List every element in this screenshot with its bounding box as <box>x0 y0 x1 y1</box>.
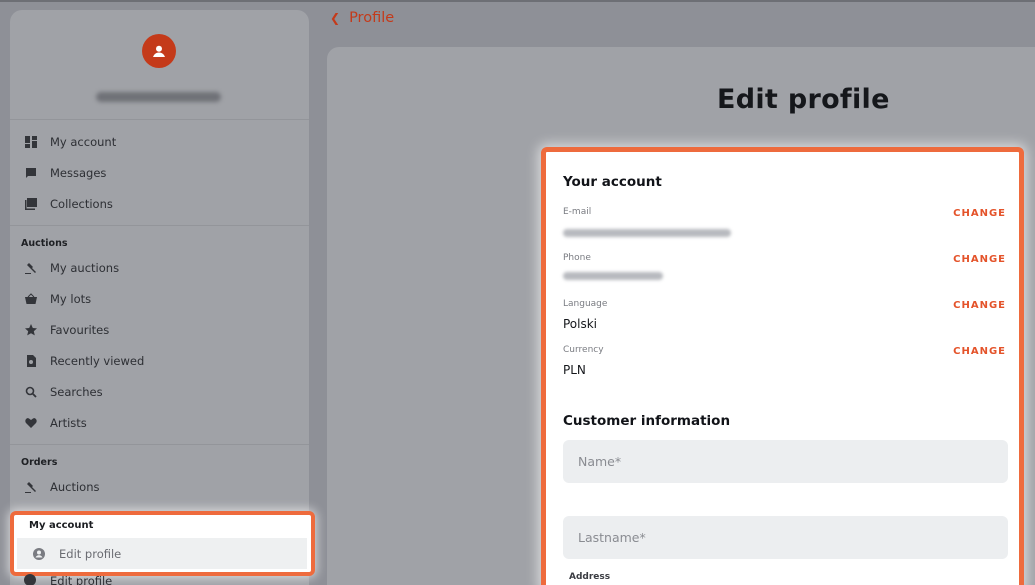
basket-icon <box>24 292 38 306</box>
user-circle-icon <box>33 547 47 560</box>
sidebar-item-label: My auctions <box>50 260 120 275</box>
gavel-icon <box>24 261 38 275</box>
sidebar-item-messages[interactable]: Messages <box>10 157 309 188</box>
chat-icon <box>24 166 38 180</box>
dashboard-icon <box>24 135 38 149</box>
sidebar-item-recently-viewed[interactable]: Recently viewed <box>10 345 309 376</box>
breadcrumb[interactable]: ❮ Profile <box>330 10 394 26</box>
currency-value: PLN <box>563 363 586 377</box>
sidebar-item-favourites[interactable]: Favourites <box>10 314 309 345</box>
address-label: Address <box>569 572 611 582</box>
user-icon <box>153 45 165 57</box>
sidebar-item-label: Favourites <box>50 322 110 337</box>
avatar[interactable] <box>142 34 176 68</box>
sidebar-item-label: Collections <box>50 196 113 211</box>
sidebar-item-my-lots[interactable]: My lots <box>10 283 309 314</box>
sidebar-item-label: Recently viewed <box>50 353 145 368</box>
section-title-your-account: Your account <box>563 174 662 190</box>
nav-group-orders: Orders Auctions <box>10 445 309 508</box>
sidebar-item-edit-profile-underlay[interactable]: Edit profile <box>24 574 112 585</box>
sidebar-item-my-auctions[interactable]: My auctions <box>10 252 309 283</box>
sidebar-item-label: Auctions <box>50 479 100 494</box>
phone-value-blurred <box>563 272 663 280</box>
user-circle-icon <box>24 574 38 585</box>
email-value-blurred <box>563 229 731 237</box>
sidebar-item-label: Edit profile <box>59 546 122 561</box>
history-icon <box>24 354 38 368</box>
sidebar-item-label: Searches <box>50 384 103 399</box>
sidebar-item-order-auctions[interactable]: Auctions <box>10 471 309 502</box>
language-label: Language <box>563 299 608 309</box>
chevron-left-icon: ❮ <box>330 11 341 25</box>
sidebar-item-label: Messages <box>50 165 107 180</box>
phone-label: Phone <box>563 253 591 263</box>
sidebar-item-my-account[interactable]: My account <box>10 126 309 157</box>
sidebar-item-label: Edit profile <box>50 574 113 585</box>
sidebar-item-label: Artists <box>50 415 87 430</box>
edit-profile-card: Your account E-mail CHANGE Phone CHANGE … <box>541 147 1024 585</box>
group-title-my-account: My account <box>29 520 94 531</box>
change-email-button[interactable]: CHANGE <box>953 208 1006 219</box>
currency-label: Currency <box>563 345 604 355</box>
name-field[interactable]: Name* <box>563 440 1008 483</box>
sidebar-item-label: My lots <box>50 291 92 306</box>
sidebar-item-artists[interactable]: Artists <box>10 407 309 438</box>
gavel-icon <box>24 480 38 494</box>
top-border <box>0 0 1035 2</box>
change-phone-button[interactable]: CHANGE <box>953 254 1006 265</box>
sidebar-item-searches[interactable]: Searches <box>10 376 309 407</box>
username-blurred <box>96 92 221 102</box>
nav-group-main: My account Messages Collections <box>10 120 309 226</box>
lastname-field[interactable]: Lastname* <box>563 516 1008 559</box>
nav-group-auctions: Auctions My auctions My lots Favourites … <box>10 226 309 445</box>
section-title-customer-information: Customer information <box>563 413 731 429</box>
library-icon <box>24 197 38 211</box>
search-icon <box>24 385 38 399</box>
group-title-orders: Orders <box>21 457 58 468</box>
heart-icon <box>24 416 38 430</box>
sidebar-item-label: My account <box>50 134 117 149</box>
email-label: E-mail <box>563 207 592 217</box>
my-account-section-highlight: My account Edit profile <box>10 511 315 576</box>
language-value: Polski <box>563 317 598 331</box>
group-title-auctions: Auctions <box>21 238 68 249</box>
sidebar-item-collections[interactable]: Collections <box>10 188 309 219</box>
change-language-button[interactable]: CHANGE <box>953 300 1006 311</box>
profile-block <box>10 10 309 120</box>
sidebar: My account Messages Collections Auctions… <box>10 10 309 585</box>
sidebar-item-edit-profile[interactable]: Edit profile <box>17 538 307 569</box>
breadcrumb-label: Profile <box>349 10 395 26</box>
star-icon <box>24 323 38 337</box>
change-currency-button[interactable]: CHANGE <box>953 346 1006 357</box>
page-title: Edit profile <box>717 84 890 115</box>
